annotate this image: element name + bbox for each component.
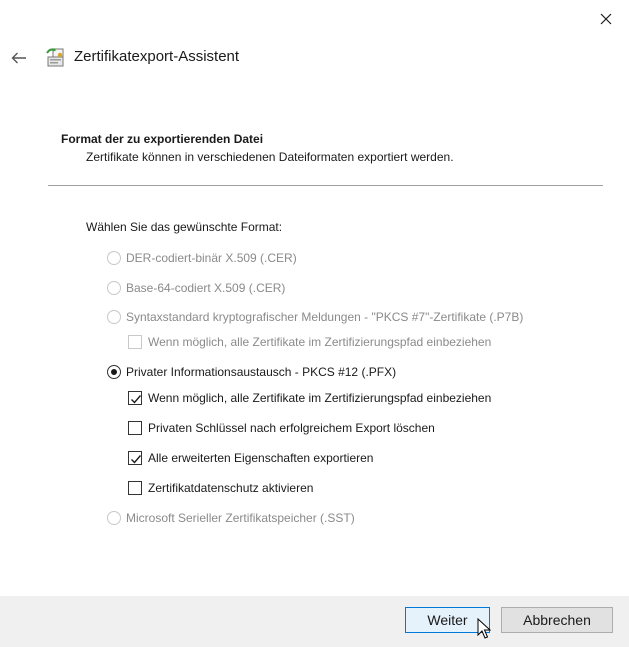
checkmark-icon bbox=[131, 395, 142, 404]
checkbox-delete-private-key[interactable]: Privaten Schlüssel nach erfolgreichem Ex… bbox=[128, 419, 435, 437]
radio-base64-cer[interactable]: Base-64-codiert X.509 (.CER) bbox=[107, 279, 285, 297]
radio-button[interactable] bbox=[107, 251, 121, 265]
certificate-wizard-icon bbox=[46, 48, 64, 67]
back-button[interactable] bbox=[4, 44, 34, 72]
export-wizard-window: Zertifikatexport-Assistent Format der zu… bbox=[0, 0, 629, 647]
radio-pkcs7-p7b[interactable]: Syntaxstandard kryptografischer Meldunge… bbox=[107, 308, 523, 326]
radio-sst[interactable]: Microsoft Serieller Zertifikatspeicher (… bbox=[107, 509, 355, 527]
checkbox-certificate-privacy[interactable]: Zertifikatdatenschutz aktivieren bbox=[128, 479, 313, 497]
close-icon bbox=[600, 13, 612, 25]
page-heading: Format der zu exportierenden Datei bbox=[61, 132, 264, 146]
page-subheading: Zertifikate können in verschiedenen Date… bbox=[86, 150, 454, 164]
mouse-pointer-icon bbox=[477, 618, 491, 639]
checkmark-icon bbox=[131, 455, 142, 464]
checkbox-delete-private-key-label: Privaten Schlüssel nach erfolgreichem Ex… bbox=[148, 421, 435, 435]
cancel-button[interactable]: Abbrechen bbox=[501, 607, 613, 633]
radio-der-cer-label: DER-codiert-binär X.509 (.CER) bbox=[126, 251, 297, 265]
radio-button[interactable] bbox=[107, 365, 121, 379]
back-arrow-icon bbox=[11, 52, 26, 64]
checkbox[interactable] bbox=[128, 451, 142, 465]
radio-button[interactable] bbox=[107, 310, 121, 324]
radio-pkcs12-pfx[interactable]: Privater Informationsaustausch - PKCS #1… bbox=[107, 363, 396, 381]
checkbox-certificate-privacy-label: Zertifikatdatenschutz aktivieren bbox=[148, 481, 314, 495]
checkbox-pfx-include-all[interactable]: Wenn möglich, alle Zertifikate im Zertif… bbox=[128, 389, 491, 407]
checkbox[interactable] bbox=[128, 335, 142, 349]
radio-sst-label: Microsoft Serieller Zertifikatspeicher (… bbox=[126, 511, 355, 525]
radio-der-cer[interactable]: DER-codiert-binär X.509 (.CER) bbox=[107, 249, 297, 267]
radio-pkcs7-p7b-label: Syntaxstandard kryptografischer Meldunge… bbox=[126, 310, 524, 324]
header-separator bbox=[48, 185, 603, 186]
radio-button[interactable] bbox=[107, 511, 121, 525]
checkbox-pfx-include-all-label: Wenn möglich, alle Zertifikate im Zertif… bbox=[148, 391, 492, 405]
radio-pkcs12-pfx-label: Privater Informationsaustausch - PKCS #1… bbox=[126, 365, 397, 379]
checkbox-export-extended-properties-label: Alle erweiterten Eigenschaften exportier… bbox=[148, 451, 374, 465]
radio-button[interactable] bbox=[107, 281, 121, 295]
checkbox-p7b-include-all[interactable]: Wenn möglich, alle Zertifikate im Zertif… bbox=[128, 333, 491, 351]
checkbox[interactable] bbox=[128, 391, 142, 405]
checkbox-export-extended-properties[interactable]: Alle erweiterten Eigenschaften exportier… bbox=[128, 449, 373, 467]
checkbox[interactable] bbox=[128, 481, 142, 495]
close-button[interactable] bbox=[590, 4, 622, 34]
radio-base64-cer-label: Base-64-codiert X.509 (.CER) bbox=[126, 281, 286, 295]
wizard-title: Zertifikatexport-Assistent bbox=[74, 48, 240, 65]
checkbox[interactable] bbox=[128, 421, 142, 435]
checkbox-p7b-include-all-label: Wenn möglich, alle Zertifikate im Zertif… bbox=[148, 335, 492, 349]
format-prompt: Wählen Sie das gewünschte Format: bbox=[86, 220, 283, 234]
